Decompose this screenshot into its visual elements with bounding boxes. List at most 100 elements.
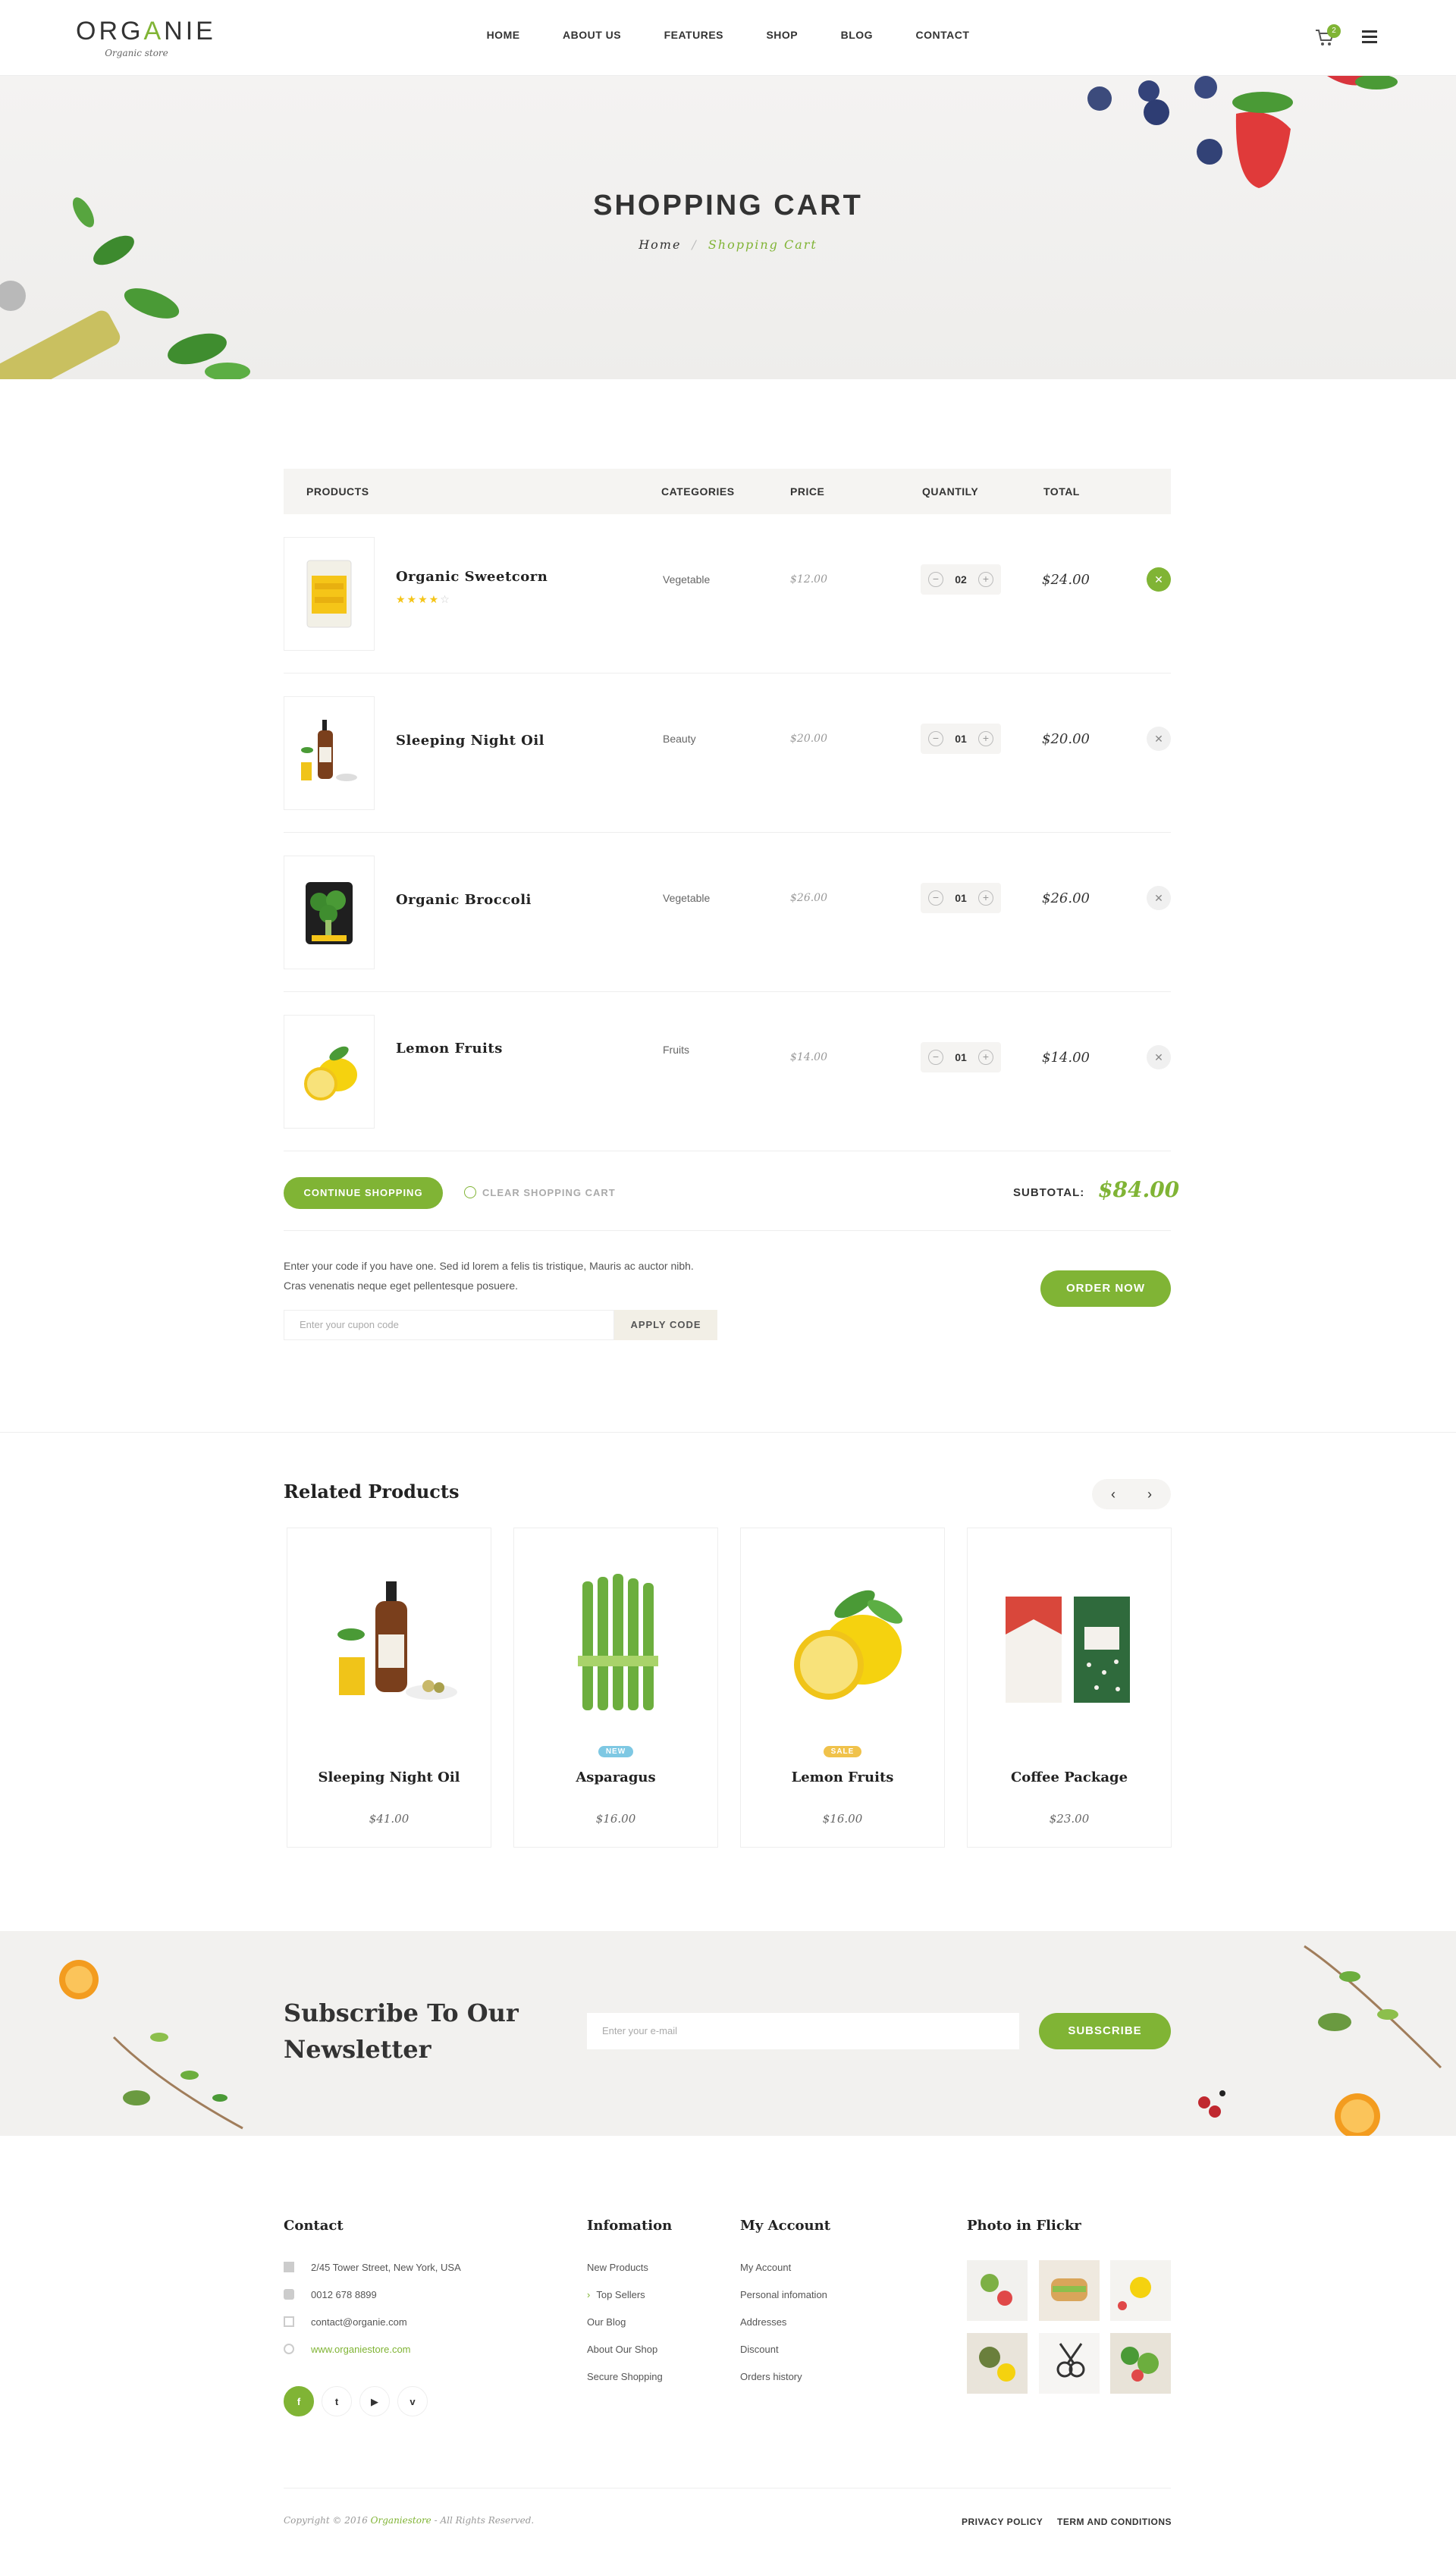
- copyright-brand-link[interactable]: Organiestore: [371, 2515, 431, 2526]
- product-thumbnail[interactable]: [284, 856, 375, 969]
- footer-link[interactable]: Discount: [740, 2344, 779, 2355]
- mail-icon: [284, 2316, 294, 2327]
- flickr-photo[interactable]: [1110, 2260, 1171, 2321]
- oil-bottle-image: [301, 720, 357, 781]
- chevron-right-icon[interactable]: ›: [1141, 1485, 1159, 1503]
- col-quantity: QUANTILY: [922, 485, 979, 498]
- quantity-stepper: − 02 +: [921, 564, 1001, 595]
- terms-link[interactable]: TERM AND CONDITIONS: [1057, 2517, 1172, 2527]
- contact-email[interactable]: contact@organie.com: [284, 2316, 407, 2328]
- nav-contact[interactable]: CONTACT: [916, 29, 970, 41]
- footer-link[interactable]: My Account: [740, 2262, 791, 2273]
- youtube-icon[interactable]: ▶: [359, 2386, 390, 2416]
- carousel-nav: ‹ ›: [1092, 1479, 1171, 1509]
- product-name[interactable]: Organic Broccoli: [396, 892, 532, 908]
- product-category: Beauty: [663, 733, 696, 745]
- product-thumbnail[interactable]: [284, 1015, 375, 1129]
- product-image: [794, 1590, 903, 1700]
- product-card[interactable]: SALE Lemon Fruits $16.00: [740, 1528, 945, 1848]
- footer-link[interactable]: › Top Sellers: [587, 2289, 645, 2300]
- increase-quantity-button[interactable]: +: [978, 1050, 993, 1065]
- coupon-code-input[interactable]: Enter your cupon code: [284, 1310, 614, 1340]
- facebook-icon[interactable]: f: [284, 2386, 314, 2416]
- cart-row: Sleeping Night Oil Beauty $20.00 − 01 + …: [284, 674, 1171, 833]
- chevron-left-icon[interactable]: ‹: [1104, 1485, 1122, 1503]
- site-header: ORGANIE Organic store HOME ABOUT US FEAT…: [0, 0, 1456, 76]
- flickr-photo[interactable]: [967, 2333, 1028, 2394]
- product-category: Vegetable: [663, 892, 711, 904]
- footer-link[interactable]: Our Blog: [587, 2316, 626, 2328]
- twitter-icon[interactable]: t: [322, 2386, 352, 2416]
- footer-link[interactable]: Addresses: [740, 2316, 786, 2328]
- contact-address: 2/45 Tower Street, New York, USA: [284, 2262, 461, 2273]
- breadcrumb: Home / Shopping Cart: [0, 237, 1456, 252]
- product-card[interactable]: Coffee Package $23.00: [967, 1528, 1172, 1848]
- subtotal-label: SUBTOTAL:: [1013, 1186, 1085, 1199]
- product-price: $14.00: [790, 1051, 827, 1063]
- footer-link[interactable]: Personal infomation: [740, 2289, 827, 2300]
- product-price: $41.00: [369, 1812, 410, 1826]
- apply-code-button[interactable]: APPLY CODE: [614, 1310, 717, 1340]
- globe-icon: [284, 2344, 294, 2354]
- page-banner: SHOPPING CART Home / Shopping Cart: [0, 76, 1456, 379]
- remove-item-button[interactable]: ✕: [1147, 727, 1171, 751]
- flickr-photo[interactable]: [1039, 2260, 1100, 2321]
- product-name[interactable]: Lemon Fruits: [741, 1769, 944, 1785]
- product-name[interactable]: Coffee Package: [968, 1769, 1171, 1785]
- subtotal-value: $84.00: [1098, 1177, 1180, 1202]
- cart-row: Lemon Fruits Fruits $14.00 − 01 + $14.00…: [284, 992, 1171, 1151]
- clear-cart-button[interactable]: CLEAR SHOPPING CART: [464, 1186, 616, 1198]
- product-price: $26.00: [790, 892, 827, 904]
- hamburger-menu-icon[interactable]: [1362, 30, 1377, 43]
- flickr-photo[interactable]: [1039, 2333, 1100, 2394]
- product-card[interactable]: NEW Asparagus $16.00: [513, 1528, 718, 1848]
- rating-stars: ★★★★☆: [396, 593, 451, 605]
- nav-blog[interactable]: BLOG: [841, 29, 873, 41]
- cart-table-header: PRODUCTS CATEGORIES PRICE QUANTILY TOTAL: [284, 469, 1171, 514]
- product-name[interactable]: Organic Sweetcorn: [396, 569, 548, 585]
- footer-link[interactable]: Secure Shopping: [587, 2371, 663, 2382]
- increase-quantity-button[interactable]: +: [978, 731, 993, 746]
- remove-item-button[interactable]: ✕: [1147, 1045, 1171, 1069]
- product-price: $16.00: [595, 1812, 636, 1826]
- contact-website[interactable]: www.organiestore.com: [284, 2344, 411, 2355]
- broccoli-image: [306, 882, 353, 944]
- product-category: Fruits: [663, 1044, 689, 1056]
- product-name[interactable]: Sleeping Night Oil: [396, 733, 544, 749]
- product-image: [337, 1581, 457, 1700]
- breadcrumb-current: Shopping Cart: [708, 237, 817, 252]
- remove-item-button[interactable]: ✕: [1147, 886, 1171, 910]
- footer-link[interactable]: New Products: [587, 2262, 648, 2273]
- privacy-policy-link[interactable]: PRIVACY POLICY: [962, 2517, 1043, 2527]
- vimeo-icon[interactable]: v: [397, 2386, 428, 2416]
- cart-count-badge: 2: [1327, 24, 1341, 38]
- nav-home[interactable]: HOME: [487, 29, 520, 41]
- increase-quantity-button[interactable]: +: [978, 572, 993, 587]
- continue-shopping-button[interactable]: CONTINUE SHOPPING: [284, 1177, 443, 1209]
- nav-features[interactable]: FEATURES: [664, 29, 723, 41]
- flickr-photo[interactable]: [1110, 2333, 1171, 2394]
- nav-about-us[interactable]: ABOUT US: [563, 29, 621, 41]
- increase-quantity-button[interactable]: +: [978, 890, 993, 906]
- related-products-title: Related Products: [284, 1481, 460, 1503]
- subscribe-button[interactable]: SUBSCRIBE: [1039, 2013, 1171, 2049]
- product-thumbnail[interactable]: [284, 537, 375, 651]
- product-name[interactable]: Lemon Fruits: [396, 1041, 503, 1057]
- footer-link[interactable]: About Our Shop: [587, 2344, 657, 2355]
- main-nav: HOME ABOUT US FEATURES SHOP BLOG CONTACT: [0, 29, 1456, 42]
- product-name[interactable]: Asparagus: [514, 1769, 717, 1785]
- breadcrumb-home[interactable]: Home: [639, 237, 681, 252]
- product-card[interactable]: Sleeping Night Oil $41.00: [287, 1528, 491, 1848]
- product-name[interactable]: Sleeping Night Oil: [287, 1769, 491, 1785]
- order-now-button[interactable]: ORDER NOW: [1040, 1270, 1171, 1307]
- remove-item-button[interactable]: ✕: [1147, 567, 1171, 592]
- product-thumbnail[interactable]: [284, 696, 375, 810]
- col-price: PRICE: [790, 485, 825, 498]
- newsletter-email-input[interactable]: Enter your e-mail: [587, 2013, 1019, 2049]
- footer-contact-title: Contact: [284, 2218, 344, 2234]
- nav-shop[interactable]: SHOP: [766, 29, 798, 41]
- footer-link[interactable]: Orders history: [740, 2371, 802, 2382]
- newsletter-section: Subscribe To Our Newsletter Enter your e…: [0, 1931, 1456, 2136]
- flickr-photo[interactable]: [967, 2260, 1028, 2321]
- breadcrumb-separator: /: [692, 237, 698, 252]
